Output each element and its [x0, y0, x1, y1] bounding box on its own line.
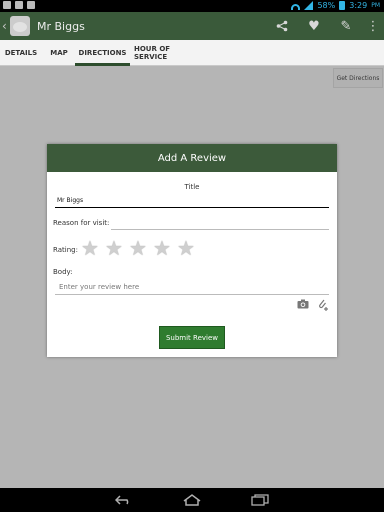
app-logo[interactable] — [10, 16, 30, 36]
signal-icon — [304, 1, 314, 10]
paperclip-add-icon — [319, 299, 328, 311]
star-icon[interactable]: ★ — [78, 237, 102, 259]
clock: 3:29 — [349, 1, 368, 10]
title-field-label: Title — [184, 183, 200, 191]
star-icon[interactable]: ★ — [102, 237, 126, 259]
star-icon[interactable]: ★ — [126, 237, 150, 259]
page-title: Mr Biggs — [37, 19, 85, 33]
system-nav-bar — [0, 488, 384, 512]
edit-button[interactable]: ✎ — [330, 12, 362, 40]
back-button[interactable] — [111, 491, 137, 509]
notification-icon — [27, 1, 35, 9]
camera-button[interactable] — [297, 299, 309, 309]
notification-icons — [3, 1, 35, 9]
reason-label: Reason for visit: — [53, 219, 110, 227]
camera-icon — [297, 299, 309, 309]
body-input[interactable]: Enter your review here — [55, 280, 329, 295]
tab-bar: DETAILS MAP DIRECTIONS HOUR OF SERVICE — [0, 40, 384, 66]
share-icon — [276, 20, 288, 32]
overflow-menu-button[interactable]: ⋮ — [362, 12, 384, 40]
tab-hour-of-service[interactable]: HOUR OF SERVICE — [134, 40, 204, 66]
recent-apps-button[interactable] — [247, 491, 273, 509]
submit-review-button[interactable]: Submit Review — [159, 326, 225, 349]
tab-directions[interactable]: DIRECTIONS — [75, 40, 130, 66]
wifi-icon — [291, 3, 301, 10]
battery-percent: 58% — [317, 1, 336, 10]
favorite-button[interactable]: ♥ — [298, 12, 330, 40]
dialog-header: Add A Review — [47, 144, 337, 172]
share-button[interactable] — [266, 12, 298, 40]
action-bar: ‹ Mr Biggs ♥ ✎ ⋮ — [0, 12, 384, 40]
heart-icon: ♥ — [308, 18, 320, 34]
dialog-title: Add A Review — [157, 152, 227, 164]
star-icon[interactable]: ★ — [150, 237, 174, 259]
title-input[interactable]: Mr Biggs — [55, 194, 329, 208]
clock-suffix: PM — [371, 2, 380, 9]
back-icon — [115, 495, 129, 505]
add-review-dialog: Add A Review Title Mr Biggs Reason for v… — [47, 144, 337, 357]
back-arrow-icon[interactable]: ‹ — [2, 19, 8, 33]
battery-icon — [339, 1, 346, 10]
pencil-icon: ✎ — [340, 18, 352, 34]
reason-input[interactable] — [111, 229, 329, 230]
status-indicators: 58% 3:29 PM — [291, 1, 380, 10]
notification-icon — [3, 1, 11, 9]
attachment-actions — [297, 299, 329, 311]
rating-bar[interactable]: ★ ★ ★ ★ ★ — [78, 237, 198, 259]
recent-apps-icon — [251, 494, 269, 506]
overflow-menu-icon: ⋮ — [366, 18, 380, 34]
rating-label: Rating: — [53, 246, 78, 254]
star-icon[interactable]: ★ — [174, 237, 198, 259]
home-icon — [183, 494, 201, 506]
tab-details[interactable]: DETAILS — [0, 40, 42, 66]
image-notification-icon — [15, 1, 23, 9]
attach-file-button[interactable] — [317, 299, 329, 311]
body-label: Body: — [53, 268, 73, 276]
status-bar: 58% 3:29 PM — [0, 0, 384, 12]
home-button[interactable] — [179, 491, 205, 509]
tab-map[interactable]: MAP — [44, 40, 74, 66]
